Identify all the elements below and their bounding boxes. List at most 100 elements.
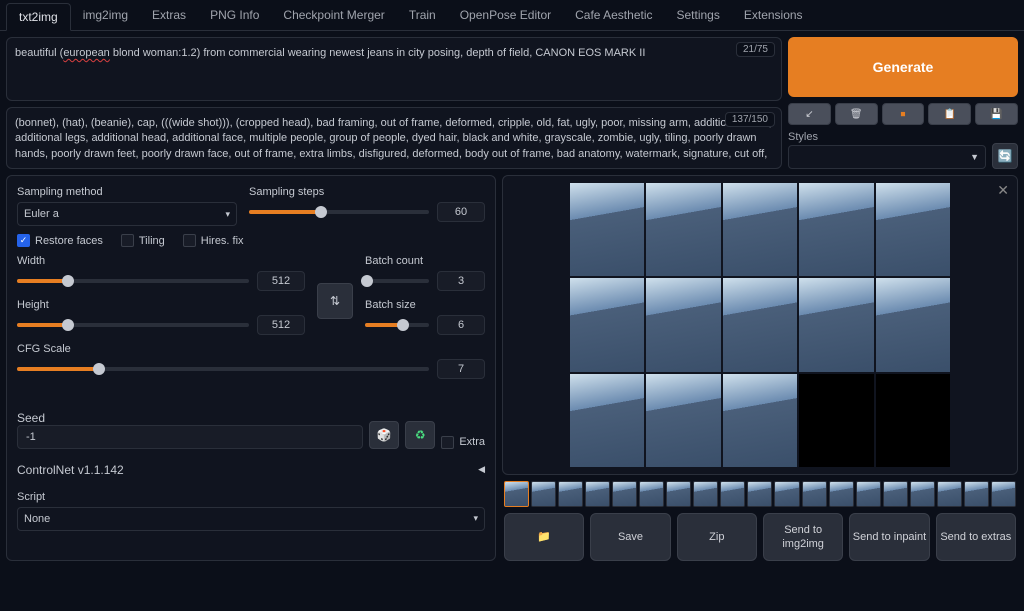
gallery-image[interactable] [723, 183, 797, 277]
clipboard-icon[interactable]: 📋 [928, 103, 971, 125]
sampling-method-select[interactable]: Euler a▾ [17, 202, 237, 226]
thumb[interactable] [802, 481, 827, 507]
thumb[interactable] [693, 481, 718, 507]
tab-img2img[interactable]: img2img [71, 2, 140, 30]
refresh-icon: 🔄 [998, 149, 1013, 163]
gallery-image-empty[interactable] [799, 374, 873, 468]
tab-openpose[interactable]: OpenPose Editor [448, 2, 563, 30]
thumb[interactable] [639, 481, 664, 507]
thumb[interactable] [937, 481, 962, 507]
save-button[interactable]: Save [590, 513, 670, 561]
styles-select[interactable]: ▼ [788, 145, 986, 169]
seed-label: Seed [17, 411, 45, 425]
gallery-image[interactable] [799, 183, 873, 277]
send-inpaint-button[interactable]: Send to inpaint [849, 513, 929, 561]
thumb[interactable] [829, 481, 854, 507]
trash-icon[interactable]: 🗑 [835, 103, 878, 125]
gallery-image[interactable] [723, 278, 797, 372]
open-folder-button[interactable]: 📁 [504, 513, 584, 561]
batch-count-label: Batch count [365, 255, 485, 267]
save-icon[interactable]: 💾 [975, 103, 1018, 125]
thumb[interactable] [991, 481, 1016, 507]
thumb[interactable] [774, 481, 799, 507]
reuse-seed-button[interactable]: ♻ [405, 421, 435, 449]
seed-input[interactable] [17, 425, 363, 449]
tab-train[interactable]: Train [397, 2, 448, 30]
restore-faces-checkbox[interactable]: Restore faces [17, 234, 103, 247]
thumb[interactable] [558, 481, 583, 507]
prompt-token-count: 21/75 [736, 42, 775, 57]
gallery-image[interactable] [723, 374, 797, 468]
width-value[interactable]: 512 [257, 271, 305, 291]
gallery-image[interactable] [646, 374, 720, 468]
height-value[interactable]: 512 [257, 315, 305, 335]
close-icon[interactable]: ✕ [997, 182, 1009, 199]
swap-dims-button[interactable]: ⇅ [317, 283, 353, 319]
height-slider[interactable] [17, 323, 249, 327]
thumb[interactable] [747, 481, 772, 507]
random-seed-button[interactable]: 🎲 [369, 421, 399, 449]
cfg-scale-slider[interactable] [17, 367, 429, 371]
gallery-image[interactable] [570, 374, 644, 468]
controlnet-accordion[interactable]: ControlNet v1.1.142 ◀ [17, 457, 485, 483]
quick-icon-row: ↙ 🗑 ⏹ 📋 💾 [788, 103, 1018, 125]
gallery-image[interactable] [646, 183, 720, 277]
thumb[interactable] [585, 481, 610, 507]
thumb[interactable] [856, 481, 881, 507]
hires-fix-checkbox[interactable]: Hires. fix [183, 234, 244, 247]
thumb[interactable] [612, 481, 637, 507]
thumb[interactable] [666, 481, 691, 507]
negative-prompt-text[interactable]: (bonnet), (hat), (beanie), cap, (((wide … [15, 116, 773, 160]
thumb[interactable] [531, 481, 556, 507]
tab-png-info[interactable]: PNG Info [198, 2, 271, 30]
thumb[interactable] [883, 481, 908, 507]
extra-seed-checkbox[interactable]: Extra [441, 436, 485, 449]
thumb-strip [502, 481, 1018, 507]
width-slider[interactable] [17, 279, 249, 283]
thumb[interactable] [964, 481, 989, 507]
script-select[interactable]: None▾ [17, 507, 485, 531]
thumb[interactable] [910, 481, 935, 507]
batch-size-slider[interactable] [365, 323, 429, 327]
sampling-steps-slider[interactable] [249, 210, 429, 214]
prompt-box[interactable]: 21/75 beautiful (european blond woman:1.… [6, 37, 782, 101]
gallery-main[interactable]: ✕ [502, 175, 1018, 475]
stop-icon[interactable]: ⏹ [882, 103, 925, 125]
tab-cafe-aesthetic[interactable]: Cafe Aesthetic [563, 2, 664, 30]
zip-button[interactable]: Zip [677, 513, 757, 561]
arrow-icon[interactable]: ↙ [788, 103, 831, 125]
dice-icon: 🎲 [377, 428, 392, 442]
tab-extras[interactable]: Extras [140, 2, 198, 30]
gallery-image[interactable] [570, 183, 644, 277]
gallery-image[interactable] [799, 278, 873, 372]
tab-checkpoint-merger[interactable]: Checkpoint Merger [271, 2, 396, 30]
width-label: Width [17, 255, 305, 267]
negative-prompt-box[interactable]: 137/150 (bonnet), (hat), (beanie), cap, … [6, 107, 782, 169]
tab-txt2img[interactable]: txt2img [6, 3, 71, 31]
send-img2img-button[interactable]: Send to img2img [763, 513, 843, 561]
swap-icon: ⇅ [330, 294, 340, 308]
batch-size-label: Batch size [365, 299, 485, 311]
tiling-checkbox[interactable]: Tiling [121, 234, 165, 247]
send-extras-button[interactable]: Send to extras [936, 513, 1016, 561]
refresh-styles-button[interactable]: 🔄 [992, 143, 1018, 169]
tab-settings[interactable]: Settings [665, 2, 732, 30]
tab-extensions[interactable]: Extensions [732, 2, 815, 30]
gallery-image[interactable] [646, 278, 720, 372]
batch-count-slider[interactable] [365, 279, 429, 283]
thumb[interactable] [720, 481, 745, 507]
prompt-text[interactable]: beautiful (european blond woman:1.2) fro… [15, 46, 773, 92]
gallery-image-empty[interactable] [876, 374, 950, 468]
gallery-image[interactable] [876, 183, 950, 277]
cfg-scale-value[interactable]: 7 [437, 359, 485, 379]
batch-size-value[interactable]: 6 [437, 315, 485, 335]
tabs-bar: txt2img img2img Extras PNG Info Checkpoi… [0, 0, 1024, 31]
gallery-grid [570, 183, 950, 468]
gallery-image[interactable] [570, 278, 644, 372]
settings-panel: Sampling method Euler a▾ Sampling steps … [6, 175, 496, 561]
sampling-steps-value[interactable]: 60 [437, 202, 485, 222]
generate-button[interactable]: Generate [788, 37, 1018, 97]
batch-count-value[interactable]: 3 [437, 271, 485, 291]
gallery-image[interactable] [876, 278, 950, 372]
thumb[interactable] [504, 481, 529, 507]
